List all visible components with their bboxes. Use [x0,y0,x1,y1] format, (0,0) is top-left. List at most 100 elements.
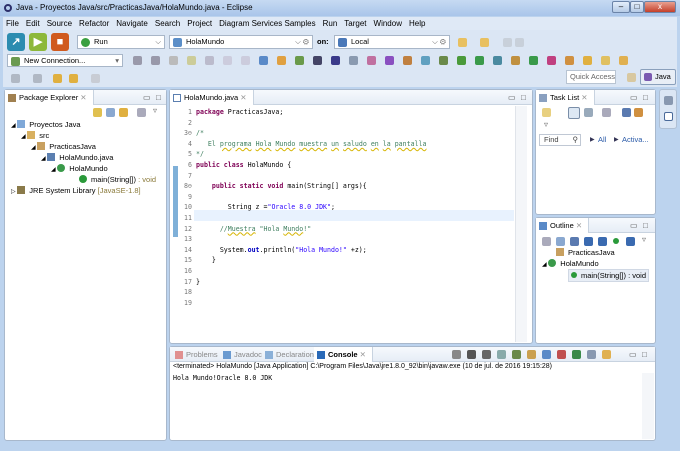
view-menu-icon[interactable]: ▿ [153,106,157,115]
close-tab-icon[interactable]: ✕ [358,350,366,359]
menu-source[interactable]: Source [47,17,72,30]
code-line[interactable]: //Muestra "Hola Mundo!" [196,224,311,235]
code-line[interactable]: String z ="Oracle 8.0 JDK"; [196,202,335,213]
console-action-icon[interactable] [452,350,461,359]
console-action-icon[interactable] [557,350,566,359]
toolbar-action-icon[interactable] [601,56,610,65]
open-perspective-icon[interactable] [627,73,636,82]
toolbar-action-icon[interactable] [187,56,196,65]
outline-item-package[interactable]: PracticasJava [556,247,615,258]
toolbar-action-icon[interactable] [583,56,592,65]
console-action-icon[interactable] [482,350,491,359]
view-icon[interactable] [664,112,673,121]
menu-navigate[interactable]: Navigate [116,17,148,30]
focus-icon[interactable] [634,108,643,117]
save-icon[interactable] [503,38,512,47]
console-action-icon[interactable] [542,350,551,359]
target-select[interactable]: Local ⌵ ⚙ [334,35,450,49]
toolbar-action-icon[interactable] [619,56,628,65]
code-line[interactable]: El programa Hola Mundo muestra un saludo… [196,139,427,150]
console-action-icon[interactable] [512,350,521,359]
tab-console[interactable]: Console ✕ [314,347,373,362]
maximize-icon[interactable]: □ [156,90,161,105]
maximize-icon[interactable]: □ [642,347,647,362]
run-config-select[interactable]: Run ⌵ [77,35,165,49]
filter-icon[interactable] [137,108,146,117]
hide-local-icon[interactable] [626,237,635,246]
tree-item[interactable]: ▷ JRE System Library [JavaSE-1.8] [11,185,141,198]
restore-icon[interactable] [664,96,673,105]
tab-javadoc[interactable]: Javadoc [220,347,268,362]
toolbar-action-icon[interactable] [511,56,520,65]
vertical-scrollbar[interactable] [515,106,527,342]
minimize-icon[interactable]: ▭ [630,90,638,105]
toolbar-action-icon[interactable] [241,56,250,65]
code-line[interactable]: public static void main(String[] args){ [196,181,367,192]
next-annotation-icon[interactable] [11,74,20,83]
scheduled-icon[interactable] [584,108,593,117]
previous-annotation-icon[interactable] [33,74,42,83]
code-line[interactable]: System.out.println("Hola Mundo!" +z); [196,245,367,256]
menu-edit[interactable]: Edit [26,17,40,30]
toolbar-action-icon[interactable] [349,56,358,65]
find-input[interactable]: Find ⚲ [539,134,581,146]
console-scrollbar[interactable] [642,373,654,439]
toolbar-action-icon[interactable] [133,56,142,65]
menu-refactor[interactable]: Refactor [79,17,109,30]
menu-project[interactable]: Project [187,17,212,30]
maximize-icon[interactable]: □ [643,90,648,105]
new-task-icon[interactable] [542,108,551,117]
activate-link[interactable]: Activa... [622,135,649,144]
toolbar-action-icon[interactable] [331,56,340,65]
toolbar-action-icon[interactable] [475,56,484,65]
menu-diagram-services-samples[interactable]: Diagram Services Samples [219,17,315,30]
view-menu-icon[interactable]: ▿ [544,120,548,129]
code-line[interactable]: /* [196,128,204,139]
tab-problems[interactable]: Problems [172,347,224,362]
tab-declaration[interactable]: Declaration [262,347,320,362]
back-icon[interactable] [69,74,78,83]
menu-run[interactable]: Run [323,17,338,30]
open-icon[interactable] [480,38,489,47]
menu-help[interactable]: Help [409,17,425,30]
toolbar-action-icon[interactable] [367,56,376,65]
collapse-icon[interactable] [556,237,565,246]
toolbar-action-icon[interactable] [205,56,214,65]
menu-target[interactable]: Target [344,17,366,30]
console-action-icon[interactable] [497,350,506,359]
minimize-icon[interactable]: ▭ [508,90,516,105]
console-action-icon[interactable] [572,350,581,359]
toolbar-action-icon[interactable] [529,56,538,65]
code-line[interactable]: */ [196,149,204,160]
link-editor-icon[interactable] [106,108,115,117]
minimize-button[interactable]: – [612,1,630,13]
toolbar-action-icon[interactable] [223,56,232,65]
connection-select[interactable]: New Connection... ▾ [7,54,123,67]
toolbar-action-icon[interactable] [169,56,178,65]
toolbar-action-icon[interactable] [547,56,556,65]
toolbar-action-icon[interactable] [259,56,268,65]
minimize-icon[interactable]: ▭ [629,347,637,362]
code-line[interactable]: } [196,255,216,266]
maximize-icon[interactable]: □ [521,90,526,105]
console-action-icon[interactable] [587,350,596,359]
console-output[interactable]: Hola Mundo!Oracle 8.0 JDK [173,373,272,384]
run-button[interactable]: ▶ [29,33,47,51]
toolbar-action-icon[interactable] [439,56,448,65]
toolbar-action-icon[interactable] [151,56,160,65]
code-line[interactable]: public class HolaMundo { [196,160,291,171]
hide-fields-icon[interactable] [584,237,593,246]
close-button[interactable]: x [644,1,676,13]
code-line[interactable]: } [196,277,200,288]
sort-icon[interactable] [570,237,579,246]
filter-icon[interactable] [602,108,611,117]
menu-file[interactable]: File [6,17,19,30]
toolbar-action-icon[interactable] [421,56,430,65]
categorized-icon[interactable] [568,107,580,119]
build-button[interactable]: ↗ [7,33,25,51]
focus-icon[interactable] [542,237,551,246]
code-line[interactable]: package PracticasJava; [196,107,283,118]
save-all-icon[interactable] [515,38,524,47]
forward-icon[interactable] [91,74,100,83]
view-menu-icon[interactable]: ▿ [642,235,646,244]
